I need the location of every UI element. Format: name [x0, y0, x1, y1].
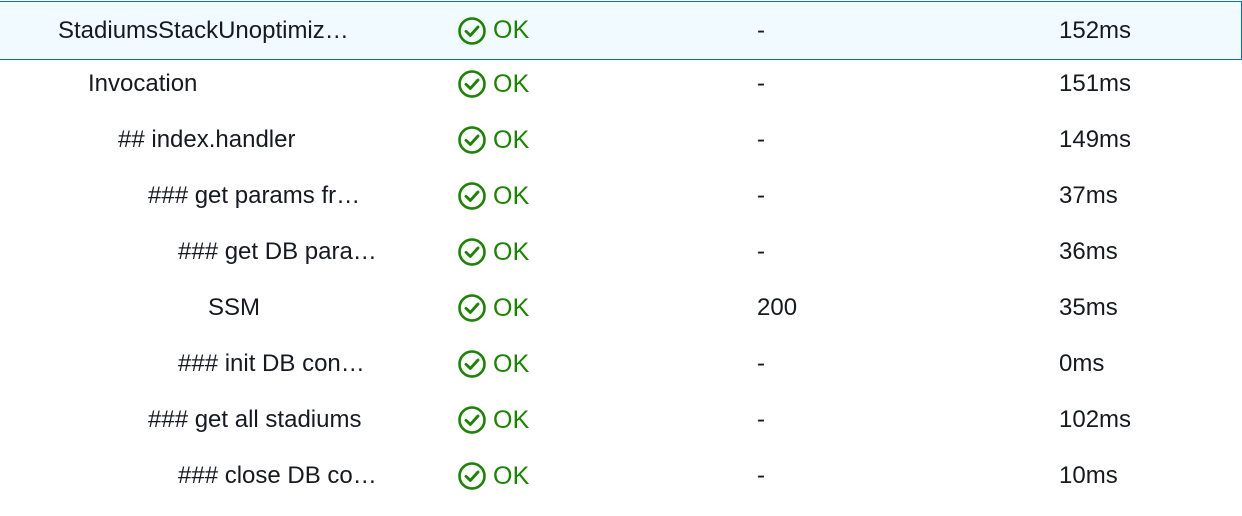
segment-name: ### get DB para…	[178, 238, 377, 265]
duration: 35ms	[1059, 294, 1118, 321]
response-code: -	[757, 16, 765, 44]
status-label: OK	[493, 349, 530, 378]
status-label: OK	[493, 16, 530, 44]
duration: 149ms	[1059, 126, 1132, 153]
segment-name: ### get params fr…	[148, 182, 361, 209]
check-circle-icon	[458, 16, 486, 45]
segment-name: ### init DB con…	[178, 350, 365, 377]
check-circle-icon	[458, 70, 486, 98]
segment-name: ### get all stadiums	[148, 406, 362, 433]
response-code: -	[757, 462, 765, 489]
table-row[interactable]: StadiumsStackUnoptimiz… OK - 152ms	[0, 1, 1242, 60]
status-cell: OK	[457, 224, 530, 280]
status-cell: OK	[457, 168, 530, 224]
status-label: OK	[493, 461, 530, 490]
check-circle-icon	[458, 238, 486, 266]
status-label: OK	[493, 125, 530, 154]
duration: 151ms	[1059, 70, 1132, 97]
status-label: OK	[493, 69, 530, 98]
table-row[interactable]: ### get DB para… OK - 36ms	[0, 224, 1242, 280]
table-row[interactable]: ### init DB con… OK - 0ms	[0, 336, 1242, 392]
response-code: -	[757, 126, 765, 153]
table-row[interactable]: SSM OK 200 35ms	[0, 280, 1242, 336]
status-cell: OK	[457, 336, 530, 392]
duration: 10ms	[1059, 462, 1118, 489]
segment-name: ## index.handler	[118, 126, 296, 153]
table-row[interactable]: Invocation OK - 151ms	[0, 56, 1242, 112]
response-code: -	[757, 70, 765, 97]
status-label: OK	[493, 181, 530, 210]
check-circle-icon	[458, 294, 486, 322]
status-label: OK	[493, 405, 530, 434]
status-cell: OK	[457, 280, 530, 336]
table-row[interactable]: ### get all stadiums OK - 102ms	[0, 392, 1242, 448]
trace-segments-table: StadiumsStackUnoptimiz… OK - 152ms Invoc…	[0, 0, 1242, 504]
duration: 102ms	[1059, 406, 1132, 433]
status-cell: OK	[457, 2, 530, 59]
response-code: -	[757, 182, 765, 209]
response-code: -	[757, 350, 765, 377]
response-code: 200	[757, 294, 798, 321]
duration: 36ms	[1059, 238, 1118, 265]
duration: 152ms	[1059, 16, 1132, 44]
status-cell: OK	[457, 392, 530, 448]
status-cell: OK	[457, 112, 530, 168]
status-label: OK	[493, 237, 530, 266]
segment-name: SSM	[208, 294, 261, 321]
segment-name: ### close DB co…	[178, 462, 377, 489]
check-circle-icon	[458, 462, 486, 490]
status-cell: OK	[457, 56, 530, 112]
duration: 37ms	[1059, 182, 1118, 209]
duration: 0ms	[1059, 350, 1105, 377]
status-label: OK	[493, 293, 530, 322]
check-circle-icon	[458, 406, 486, 434]
table-row[interactable]: ### get params fr… OK - 37ms	[0, 168, 1242, 224]
segment-name: Invocation	[88, 70, 198, 97]
table-row[interactable]: ## index.handler OK - 149ms	[0, 112, 1242, 168]
response-code: -	[757, 406, 765, 433]
table-row[interactable]: ### close DB co… OK - 10ms	[0, 448, 1242, 504]
status-cell: OK	[457, 448, 530, 504]
segment-name: StadiumsStackUnoptimiz…	[58, 16, 349, 44]
check-circle-icon	[458, 182, 486, 210]
check-circle-icon	[458, 126, 486, 154]
response-code: -	[757, 238, 765, 265]
check-circle-icon	[458, 350, 486, 378]
